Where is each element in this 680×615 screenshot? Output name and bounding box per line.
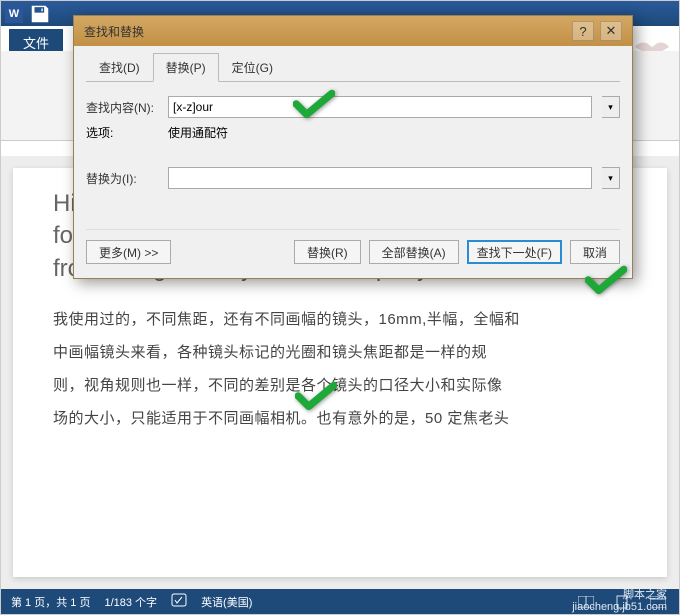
watermark: 脚本之家 jiaocheng.jb51.com <box>572 589 667 613</box>
find-replace-dialog: 查找和替换 ? ✕ 查找(D) 替换(P) 定位(G) 查找内容(N): ▾ 选… <box>73 15 633 279</box>
replace-dropdown[interactable]: ▾ <box>602 167 620 189</box>
word-app-icon: W <box>5 5 23 23</box>
options-label: 选项: <box>86 124 158 141</box>
cancel-button[interactable]: 取消 <box>570 240 620 264</box>
close-button[interactable]: ✕ <box>600 21 622 41</box>
replace-with-label: 替换为(I): <box>86 170 158 187</box>
chinese-paragraph: 我使用过的，不同焦距，还有不同画幅的镜头，16mm,半幅，全幅和 中画幅镜头来看… <box>53 303 627 435</box>
dialog-titlebar[interactable]: 查找和替换 ? ✕ <box>74 16 632 46</box>
language-status[interactable]: 英语(美国) <box>201 594 252 610</box>
tab-replace[interactable]: 替换(P) <box>153 53 219 82</box>
more-button[interactable]: 更多(M) >> <box>86 240 171 264</box>
find-next-button[interactable]: 查找下一处(F) <box>467 240 562 264</box>
replace-button[interactable]: 替换(R) <box>294 240 361 264</box>
tab-goto[interactable]: 定位(G) <box>219 53 286 82</box>
options-value: 使用通配符 <box>168 124 228 141</box>
tab-find[interactable]: 查找(D) <box>86 53 153 82</box>
dialog-tabstrip: 查找(D) 替换(P) 定位(G) <box>86 52 620 82</box>
spelling-status-icon[interactable] <box>171 593 187 610</box>
find-content-label: 查找内容(N): <box>86 99 158 116</box>
save-icon[interactable] <box>29 3 51 25</box>
replace-with-input[interactable] <box>168 167 592 189</box>
find-content-input[interactable] <box>168 96 592 118</box>
word-count[interactable]: 1/183 个字 <box>104 594 157 610</box>
page-info[interactable]: 第 1 页，共 1 页 <box>11 594 90 610</box>
dialog-title: 查找和替换 <box>84 23 144 40</box>
replace-all-button[interactable]: 全部替换(A) <box>369 240 459 264</box>
find-dropdown[interactable]: ▾ <box>602 96 620 118</box>
help-button[interactable]: ? <box>572 21 594 41</box>
